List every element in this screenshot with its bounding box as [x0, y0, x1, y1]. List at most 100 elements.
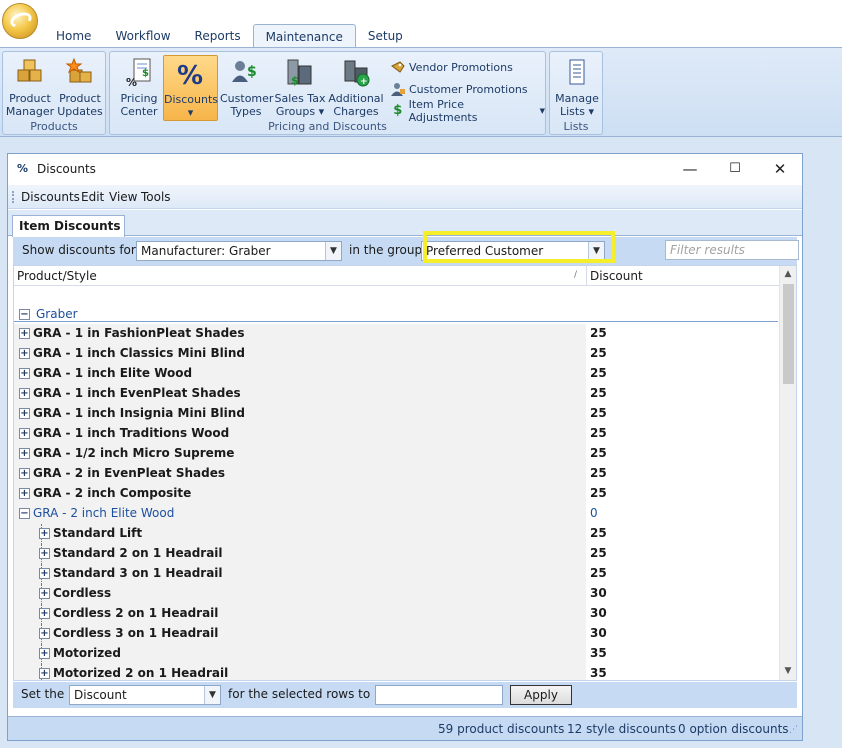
tab-maintenance[interactable]: Maintenance [252, 24, 356, 48]
menu-discounts[interactable]: Discounts [21, 190, 80, 204]
row-value-bg [586, 564, 780, 584]
collapse-icon[interactable]: − [19, 309, 30, 320]
column-header-product-style[interactable]: Product/Style [17, 269, 97, 283]
row-discount[interactable]: 25 [590, 386, 607, 400]
filter-results-input[interactable]: Filter results [665, 240, 799, 260]
expand-icon[interactable]: + [19, 488, 30, 499]
additional-charges-button[interactable]: + Additional Charges [327, 55, 385, 121]
pricing-center-button[interactable]: $% Pricing Center [114, 55, 164, 121]
scroll-down-icon[interactable]: ▼ [780, 663, 796, 680]
vendor-promotions-button[interactable]: Vendor Promotions [391, 57, 513, 77]
expand-icon[interactable]: + [19, 468, 30, 479]
tab-home[interactable]: Home [44, 24, 103, 48]
table-row[interactable]: + GRA - 1 inch Classics Mini Blind 25 [14, 344, 780, 364]
column-divider[interactable] [586, 266, 587, 286]
manage-lists-button[interactable]: Manage Lists ▾ [552, 55, 602, 121]
menu-edit[interactable]: Edit [81, 190, 104, 204]
minimize-button[interactable]: — [675, 158, 705, 180]
row-discount[interactable]: 30 [590, 586, 607, 600]
expand-icon[interactable]: + [19, 428, 30, 439]
table-row[interactable]: + Motorized 35 [14, 644, 780, 664]
table-row[interactable]: + Standard 2 on 1 Headrail 25 [14, 544, 780, 564]
table-row[interactable]: + GRA - 1 inch Traditions Wood 25 [14, 424, 780, 444]
row-discount[interactable]: 25 [590, 446, 607, 460]
expand-icon[interactable]: + [19, 448, 30, 459]
customer-types-button[interactable]: $ Customer Types [220, 55, 273, 121]
apply-button[interactable]: Apply [510, 685, 572, 705]
expand-icon[interactable]: + [39, 648, 50, 659]
row-discount[interactable]: 25 [590, 566, 607, 580]
tab-workflow[interactable]: Workflow [103, 24, 182, 48]
expand-icon[interactable]: + [39, 628, 50, 639]
row-discount[interactable]: 35 [590, 646, 607, 660]
table-row[interactable]: + GRA - 2 inch Composite 25 [14, 484, 780, 504]
tab-item-discounts[interactable]: Item Discounts [12, 215, 125, 237]
group-row-graber[interactable]: − Graber [14, 306, 778, 322]
table-row[interactable]: + GRA - 2 in EvenPleat Shades 25 [14, 464, 780, 484]
vertical-scrollbar[interactable]: ▲ ▼ [779, 266, 796, 680]
row-discount[interactable]: 25 [590, 346, 607, 360]
close-button[interactable]: ✕ [765, 158, 795, 180]
row-discount[interactable]: 25 [590, 546, 607, 560]
row-name: GRA - 1/2 inch Micro Supreme [33, 446, 235, 460]
row-discount[interactable]: 25 [590, 426, 607, 440]
row-discount[interactable]: 35 [590, 666, 607, 680]
row-discount[interactable]: 25 [590, 526, 607, 540]
row-discount[interactable]: 25 [590, 406, 607, 420]
row-discount[interactable]: 25 [590, 326, 607, 340]
expand-icon[interactable]: + [19, 348, 30, 359]
product-manager-button[interactable]: Product Manager [5, 55, 55, 121]
set-value-input[interactable] [375, 685, 503, 705]
item-price-adjustments-button[interactable]: $ Item Price Adjustments ▼ [391, 98, 545, 124]
expand-icon[interactable]: + [39, 588, 50, 599]
expand-icon[interactable]: + [39, 608, 50, 619]
row-discount[interactable]: 25 [590, 486, 607, 500]
column-header-discount[interactable]: Discount [590, 269, 643, 283]
table-row[interactable]: + GRA - 1 inch Elite Wood 25 [14, 364, 780, 384]
resize-grip-icon[interactable]: ⋰ [789, 725, 798, 735]
expand-icon[interactable]: + [19, 388, 30, 399]
collapse-icon[interactable]: − [19, 508, 30, 519]
maximize-button[interactable]: ☐ [720, 158, 750, 180]
expand-icon[interactable]: + [19, 328, 30, 339]
table-row[interactable]: + Cordless 30 [14, 584, 780, 604]
table-row[interactable]: + Standard Lift 25 [14, 524, 780, 544]
table-row[interactable]: + Motorized 2 on 1 Headrail 35 [14, 664, 780, 680]
scroll-thumb[interactable] [783, 284, 794, 384]
application-orb-icon[interactable] [2, 3, 38, 39]
manufacturer-select[interactable]: Manufacturer: Graber ▼ [136, 241, 342, 261]
menu-tools[interactable]: Tools [141, 190, 171, 204]
row-discount[interactable]: 25 [590, 466, 607, 480]
discounts-button[interactable]: % Discounts ▾ [163, 55, 218, 121]
row-discount[interactable]: 0 [590, 506, 598, 520]
expand-icon[interactable]: + [19, 408, 30, 419]
row-discount[interactable]: 30 [590, 606, 607, 620]
table-row[interactable]: + GRA - 1 inch Insignia Mini Blind 25 [14, 404, 780, 424]
row-discount[interactable]: 30 [590, 626, 607, 640]
table-row[interactable]: + GRA - 1/2 inch Micro Supreme 25 [14, 444, 780, 464]
customer-promotions-button[interactable]: Customer Promotions [391, 79, 528, 99]
scroll-up-icon[interactable]: ▲ [780, 266, 796, 283]
expand-icon[interactable]: + [39, 668, 50, 679]
expand-icon[interactable]: + [19, 368, 30, 379]
table-row[interactable]: + Standard 3 on 1 Headrail 25 [14, 564, 780, 584]
table-row[interactable]: + GRA - 1 inch EvenPleat Shades 25 [14, 384, 780, 404]
table-row[interactable]: + Cordless 3 on 1 Headrail 30 [14, 624, 780, 644]
expand-icon[interactable]: + [39, 568, 50, 579]
row-value-bg [586, 544, 780, 564]
expand-icon[interactable]: + [39, 548, 50, 559]
tab-setup[interactable]: Setup [356, 24, 415, 48]
table-row[interactable]: − GRA - 2 inch Elite Wood 0 [14, 504, 780, 524]
row-name: GRA - 1 inch Elite Wood [33, 366, 193, 380]
table-row[interactable]: + GRA - 1 in FashionPleat Shades 25 [14, 324, 780, 344]
row-discount[interactable]: 25 [590, 366, 607, 380]
svg-text:+: + [360, 77, 368, 87]
menu-view[interactable]: View [109, 190, 137, 204]
product-updates-button[interactable]: Product Updates [55, 55, 105, 121]
table-row[interactable]: + Cordless 2 on 1 Headrail 30 [14, 604, 780, 624]
row-value-bg [586, 584, 780, 604]
sales-tax-groups-button[interactable]: $ Sales Tax Groups ▾ [273, 55, 327, 121]
expand-icon[interactable]: + [39, 528, 50, 539]
set-field-select[interactable]: Discount ▼ [69, 685, 221, 705]
tab-reports[interactable]: Reports [183, 24, 253, 48]
